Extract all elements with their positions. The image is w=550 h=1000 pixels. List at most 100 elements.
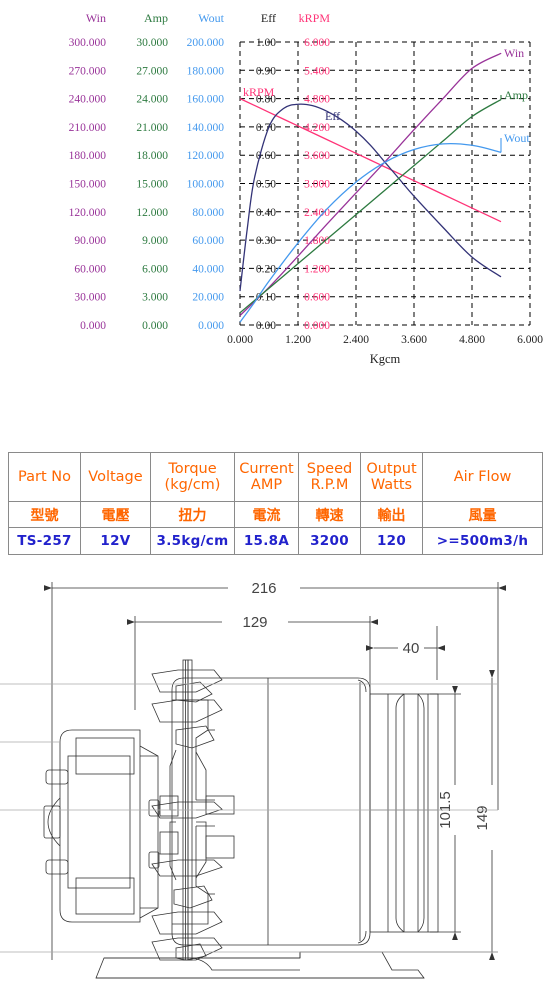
header-cn-output: 輸出 (360, 501, 423, 528)
axis-tick-win-2: 240.000 (69, 94, 107, 106)
axis-tick-win-0: 300.000 (69, 37, 107, 49)
axis-tick-krpm-0: 6.000 (304, 37, 330, 49)
axis-tick-krpm-6: 2.400 (304, 207, 330, 219)
header-cn-torque: 扭力 (150, 501, 235, 528)
value-speed: 3200 (298, 527, 361, 555)
header-line1: Air Flow (453, 469, 512, 485)
axis-tick-krpm-2: 4.800 (304, 94, 330, 106)
axis-tick-eff-8: 0.20 (256, 263, 276, 275)
header-line1: Output (366, 461, 417, 477)
motor-body (43, 729, 160, 923)
value-air-flow: >=500m3/h (422, 527, 543, 555)
dimension-lines: 21612940101.5 149 (44, 580, 506, 960)
header-voltage: Voltage (80, 452, 151, 502)
axis-tick-krpm-1: 5.400 (304, 65, 330, 77)
performance-chart: Win 300.000 270.000 240.000 210.000 180.000 15… (0, 0, 550, 400)
curve-eff (239, 103, 502, 292)
header-line2: (kg/cm) (164, 477, 221, 493)
axis-tick-wout-5: 100.000 (187, 179, 225, 191)
header-cn-voltage: 電壓 (80, 501, 151, 528)
axis-tick-krpm-9: 0.600 (304, 292, 330, 304)
mounting-base (95, 951, 425, 979)
axis-header-wout: Wout (198, 11, 224, 25)
axis-tick-win-4: 180.000 (69, 150, 107, 162)
axis-tick-wout-7: 60.000 (192, 235, 224, 247)
value-output: 120 (360, 527, 423, 555)
series-label-amp: Amp (504, 88, 528, 102)
header-output: Output Watts (360, 452, 423, 502)
header-line1: Torque (168, 461, 217, 477)
axis-tick-win-3: 210.000 (69, 122, 107, 134)
axis-tick-amp-6: 12.000 (136, 207, 168, 219)
table-row-values: TS-257 12V 3.5kg/cm 15.8A 3200 120 >=500… (8, 527, 543, 555)
axis-tick-eff-3: 0.70 (256, 122, 276, 134)
axis-tick-wout-1: 180.000 (187, 65, 225, 77)
header-air-flow: Air Flow (422, 452, 543, 502)
header-cn-part-no: 型號 (8, 501, 81, 528)
axis-tick-amp-2: 24.000 (136, 94, 168, 106)
header-cn-speed: 轉速 (298, 501, 361, 528)
header-line2: AMP (250, 477, 283, 493)
x-tick-3: 3.600 (401, 334, 427, 346)
axis-tick-amp-1: 27.000 (136, 65, 168, 77)
construction-lines (0, 683, 498, 953)
drawing-canvas: 21612940101.5 149 (0, 580, 506, 979)
axis-tick-win-8: 60.000 (74, 263, 106, 275)
axis-header-amp: Amp (144, 11, 168, 25)
axis-tick-wout-6: 80.000 (192, 207, 224, 219)
dimension-body-width: 129 (242, 614, 267, 631)
axis-tick-amp-7: 9.000 (142, 235, 168, 247)
curve-wout (239, 142, 502, 323)
axis-tick-win-10: 0.000 (80, 320, 106, 332)
value-current: 15.8A (234, 527, 299, 555)
axis-tick-krpm-10: 0.000 (304, 320, 330, 332)
axis-tick-krpm-5: 3.000 (304, 179, 330, 191)
series-label-eff: Eff (325, 109, 340, 123)
header-cn-air-flow: 風量 (422, 501, 543, 528)
axis-tick-win-1: 270.000 (69, 65, 107, 77)
axis-tick-win-7: 90.000 (74, 235, 106, 247)
axis-tick-wout-9: 20.000 (192, 292, 224, 304)
header-line1: Current (239, 461, 294, 477)
axis-tick-amp-4: 18.000 (136, 150, 168, 162)
x-tick-2: 2.400 (343, 334, 369, 346)
axis-tick-eff-7: 0.30 (256, 235, 276, 247)
curve-win (239, 52, 502, 317)
specification-table: Part No Voltage Torque (kg/cm) Current A… (8, 452, 543, 555)
axis-tick-wout-8: 40.000 (192, 263, 224, 275)
axis-tick-amp-8: 6.000 (142, 263, 168, 275)
axis-tick-krpm-3: 4.200 (304, 122, 330, 134)
curve-krpm (239, 98, 502, 223)
axis-tick-eff-0: 1.00 (256, 37, 276, 49)
table-row-headers-en: Part No Voltage Torque (kg/cm) Current A… (8, 452, 543, 502)
axis-tick-wout-0: 200.000 (187, 37, 225, 49)
dimension-outlet-width: 40 (403, 640, 420, 657)
header-line1: Speed (306, 461, 353, 477)
axis-tick-wout-10: 0.000 (198, 320, 224, 332)
header-line2: Watts (370, 477, 413, 493)
axis-tick-win-6: 120.000 (69, 207, 107, 219)
axis-tick-krpm-8: 1.200 (304, 263, 330, 275)
x-tick-4: 4.800 (459, 334, 485, 346)
dimension-overall-width: 216 (251, 580, 276, 597)
series-label-krpm: kRPM (243, 85, 275, 99)
value-part-no: TS-257 (8, 527, 81, 555)
axis-tick-eff-5: 0.50 (256, 179, 276, 191)
outlet-duct (369, 693, 439, 933)
header-cn-current: 電流 (234, 501, 299, 528)
axis-tick-amp-10: 0.000 (142, 320, 168, 332)
axis-header-krpm: kRPM (299, 11, 331, 25)
series-label-win: Win (504, 46, 524, 60)
x-tick-0: 0.000 (227, 334, 253, 346)
axis-tick-amp-3: 21.000 (136, 122, 168, 134)
header-torque: Torque (kg/cm) (150, 452, 235, 502)
header-line2: R.P.M (310, 477, 349, 493)
axis-tick-amp-5: 15.000 (136, 179, 168, 191)
axis-tick-eff-10: 0.00 (256, 320, 276, 332)
mechanical-drawing: 216 129 40 101.5 149 (0, 560, 550, 1000)
axis-tick-amp-9: 3.000 (142, 292, 168, 304)
header-speed: Speed R.P.M (298, 452, 361, 502)
header-part-no: Part No (8, 452, 81, 502)
x-tick-1: 1.200 (285, 334, 311, 346)
axis-tick-win-5: 150.000 (69, 179, 107, 191)
